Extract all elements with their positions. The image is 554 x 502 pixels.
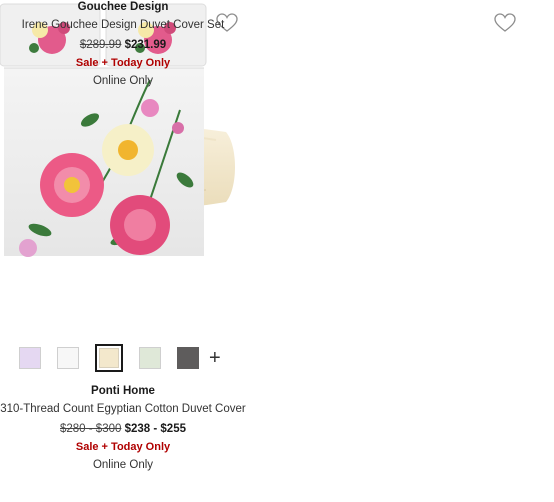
original-price: $280 - $300 xyxy=(60,423,122,435)
swatch-lavender[interactable] xyxy=(19,347,41,369)
swatch-ivory-selected[interactable] xyxy=(95,344,123,372)
more-colors-button[interactable]: + xyxy=(209,348,221,368)
availability-label: Online Only xyxy=(92,459,154,471)
product-name[interactable]: 310-Thread Count Egyptian Cotton Duvet C… xyxy=(0,400,246,418)
promo-label: Sale + Today Only xyxy=(75,57,171,69)
product-card-gouchee-design[interactable] xyxy=(277,0,523,502)
brand-name[interactable]: Gouchee Design xyxy=(0,0,246,14)
brand-name[interactable]: Ponti Home xyxy=(0,384,246,398)
price: $280 - $300 $238 - $255 xyxy=(0,420,246,438)
swatch-charcoal[interactable] xyxy=(177,347,199,369)
swatch-sage[interactable] xyxy=(139,347,161,369)
product-name[interactable]: Irene Gouchee Design Duvet Cover Set xyxy=(0,16,246,34)
availability-label: Online Only xyxy=(92,75,154,87)
heart-outline-icon[interactable] xyxy=(494,13,516,33)
original-price: $289.99 xyxy=(79,39,122,51)
product-info: Ponti Home 310-Thread Count Egyptian Cot… xyxy=(0,384,246,474)
price: $289.99 $231.99 xyxy=(0,36,246,54)
swatch-white[interactable] xyxy=(57,347,79,369)
sale-price: $238 - $255 xyxy=(124,423,186,435)
color-swatches: + xyxy=(19,344,221,372)
product-info: Gouchee Design Irene Gouchee Design Duve… xyxy=(0,0,246,90)
sale-price: $231.99 xyxy=(124,39,167,51)
promo-label: Sale + Today Only xyxy=(75,441,171,453)
